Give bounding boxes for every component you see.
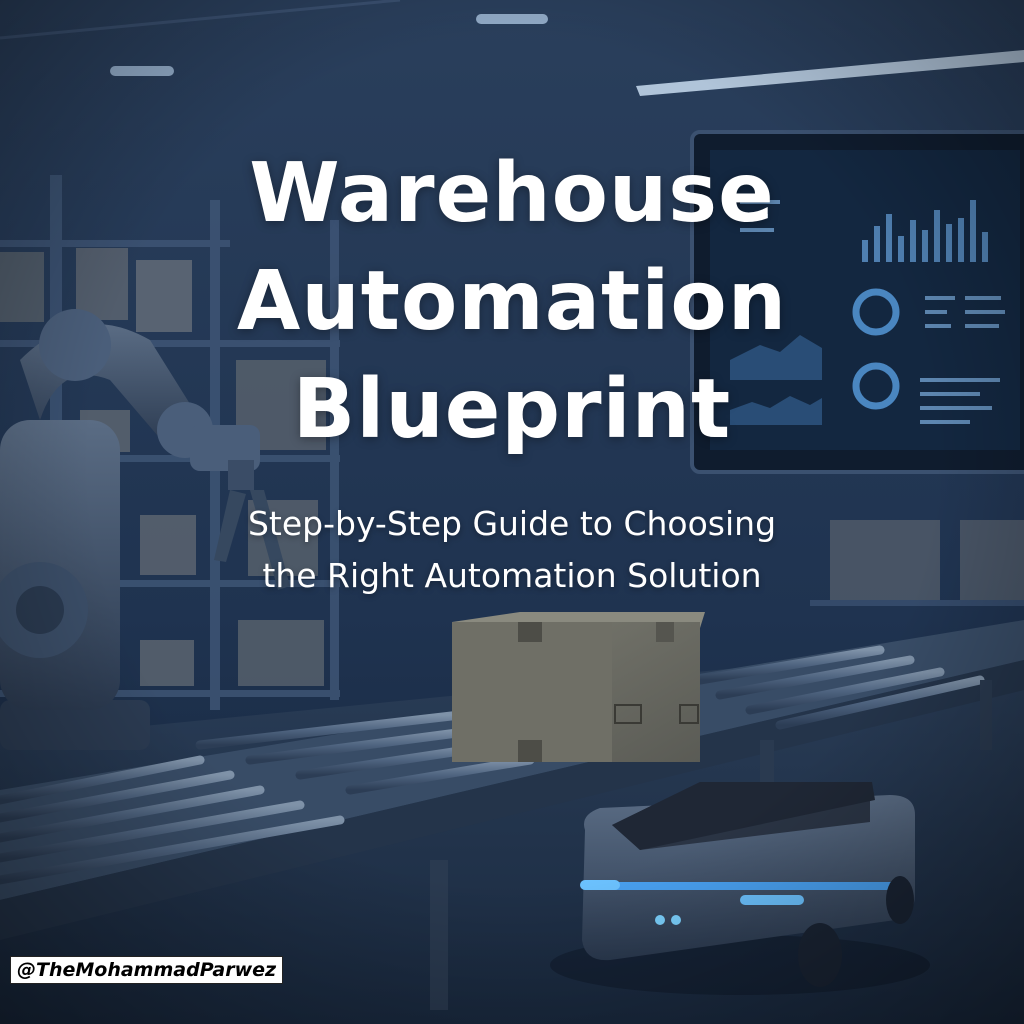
subtitle-line-2: the Right Automation Solution: [262, 556, 762, 595]
title-line-2: Automation: [236, 254, 788, 349]
main-title: Warehouse Automation Blueprint: [0, 140, 1024, 464]
title-line-3: Blueprint: [292, 362, 732, 457]
subtitle: Step-by-Step Guide to Choosing the Right…: [0, 498, 1024, 602]
subtitle-line-1: Step-by-Step Guide to Choosing: [247, 504, 777, 543]
author-handle-watermark: @TheMohammadParwez: [10, 956, 284, 984]
title-line-1: Warehouse: [249, 146, 775, 241]
